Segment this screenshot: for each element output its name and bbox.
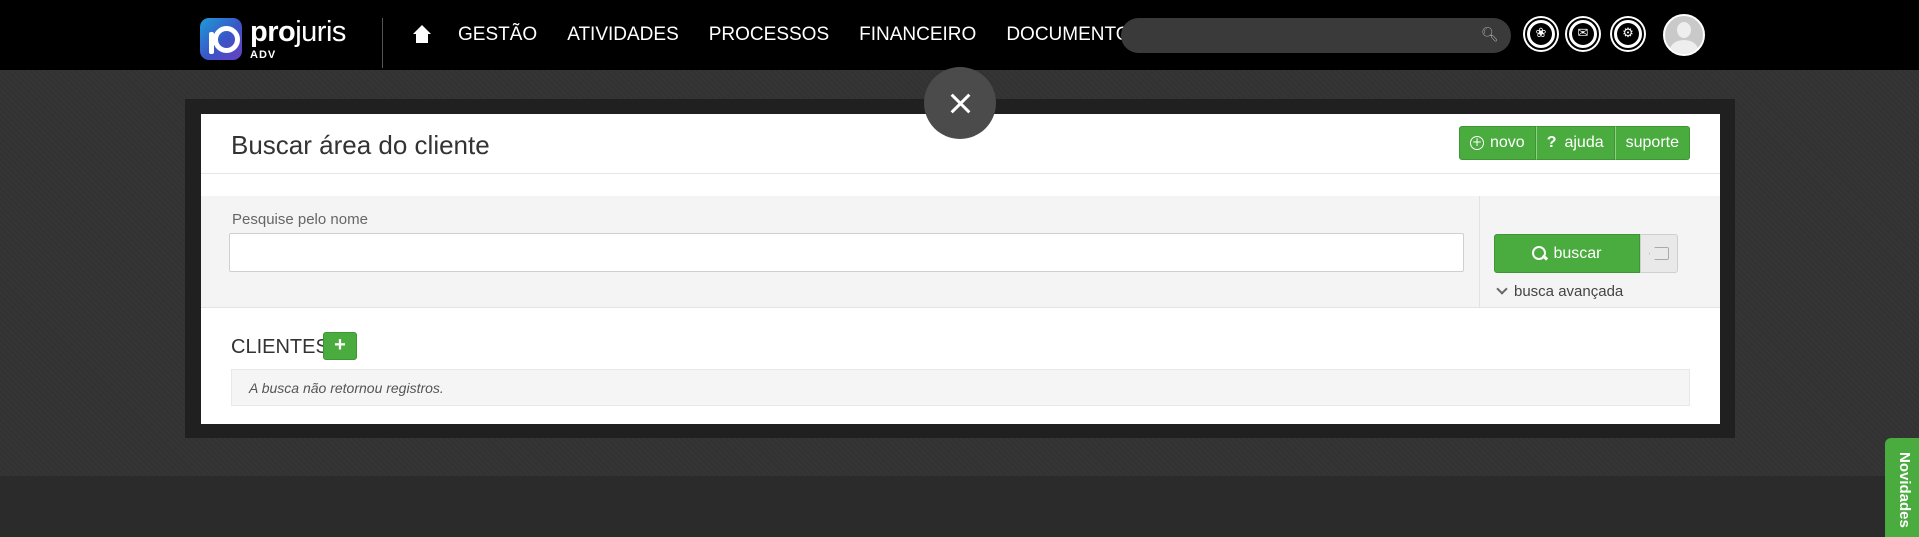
projuris-logo[interactable]: projuris ADV — [200, 18, 346, 61]
name-search-label: Pesquise pelo nome — [232, 211, 368, 228]
search-divider — [1479, 196, 1480, 308]
mail-icon[interactable]: ✉ — [1567, 18, 1599, 50]
advanced-search-toggle[interactable]: busca avançada — [1496, 283, 1624, 300]
nav-divider — [382, 18, 383, 68]
search-panel: Buscar área do cliente + novo ? ajuda su… — [201, 114, 1720, 424]
chevron-down-icon — [1496, 283, 1508, 295]
openai-icon[interactable]: ❀ — [1525, 18, 1557, 50]
clientes-heading: CLIENTES — [231, 336, 329, 358]
search-form: Pesquise pelo nome buscar busca avançada — [201, 196, 1720, 308]
search-icon[interactable]: 🔍︎ — [1481, 26, 1499, 42]
search-icon — [1532, 246, 1547, 261]
novidades-label: Novidades — [1896, 452, 1913, 528]
logo-word-bold: pro — [250, 16, 296, 48]
settings-icon[interactable]: ⚙ — [1612, 18, 1644, 50]
buscar-label: buscar — [1553, 244, 1602, 262]
logo-sub: ADV — [250, 49, 277, 61]
global-search-input[interactable]: 🔍︎ — [1121, 18, 1511, 53]
name-search-input[interactable] — [229, 233, 1464, 272]
top-navbar: projuris ADV GESTÃO ATIVIDADES PROCESSOS… — [0, 0, 1919, 70]
backspace-icon — [1649, 247, 1669, 260]
empty-results-text: A busca não retornou registros. — [249, 380, 444, 396]
header-actions: + novo ? ajuda suporte — [1458, 126, 1690, 160]
ajuda-label: ajuda — [1564, 134, 1604, 151]
novo-button[interactable]: + novo — [1458, 126, 1536, 160]
home-icon[interactable] — [412, 25, 432, 45]
bottom-band — [0, 476, 1919, 537]
ajuda-button[interactable]: ? ajuda — [1535, 126, 1615, 160]
close-modal-button[interactable] — [924, 67, 996, 139]
nav-item-financeiro[interactable]: FINANCEIRO — [859, 24, 976, 46]
nav-item-processos[interactable]: PROCESSOS — [709, 24, 829, 46]
nav-item-gestao[interactable]: GESTÃO — [458, 24, 537, 46]
plus-circle-icon: + — [1469, 135, 1484, 150]
clear-search-button[interactable] — [1640, 234, 1678, 273]
suporte-button[interactable]: suporte — [1614, 126, 1690, 160]
suporte-label: suporte — [1625, 134, 1679, 151]
add-cliente-button[interactable]: + — [323, 332, 357, 360]
logo-word-light: juris — [295, 16, 346, 48]
buscar-button[interactable]: buscar — [1494, 234, 1640, 273]
projuris-logo-mark — [200, 18, 242, 60]
empty-results-row: A busca não retornou registros. — [231, 369, 1690, 406]
novidades-tab[interactable]: Novidades — [1885, 438, 1919, 537]
novo-label: novo — [1489, 134, 1525, 151]
nav-item-atividades[interactable]: ATIVIDADES — [567, 24, 679, 46]
main-nav: GESTÃO ATIVIDADES PROCESSOS FINANCEIRO D… — [412, 0, 1173, 70]
advanced-search-label: busca avançada — [1514, 283, 1624, 300]
user-avatar[interactable] — [1663, 14, 1705, 56]
page-title: Buscar área do cliente — [231, 130, 490, 160]
logo-text: projuris ADV — [250, 18, 346, 61]
help-icon: ? — [1546, 134, 1557, 151]
